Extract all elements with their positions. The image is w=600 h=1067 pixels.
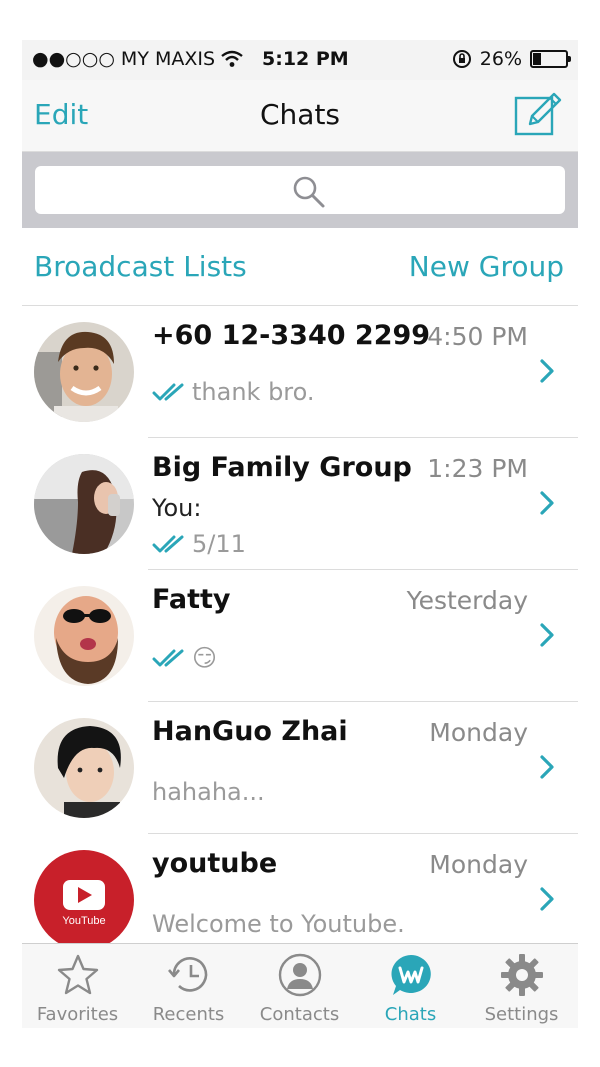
search-bar (22, 152, 578, 228)
status-time: 5:12 PM (262, 48, 349, 70)
smirk-emoji: 😏 (192, 644, 218, 672)
chat-name: HanGuo Zhai (152, 716, 348, 747)
chat-sender: You: (152, 494, 202, 522)
chat-time: 4:50 PM (427, 322, 528, 351)
phone-screen: ●●○○○ MY MAXIS 5:12 PM 26% Edit Chats Br… (22, 40, 578, 1028)
edit-button[interactable]: Edit (34, 98, 88, 131)
tab-recents[interactable]: Recents (133, 944, 244, 1028)
chat-list: +60 12-3340 2299 4:50 PM thank bro. Big … (22, 306, 578, 943)
person-icon (278, 953, 322, 997)
tab-chats[interactable]: Chats (355, 944, 466, 1028)
chat-name: +60 12-3340 2299 (152, 320, 431, 351)
chat-preview: 5/11 (192, 530, 246, 558)
chat-preview: Welcome to Youtube. (152, 910, 405, 938)
avatar: YouTube (34, 850, 134, 943)
rotation-lock-icon (452, 50, 471, 68)
youtube-logo-icon: YouTube (62, 880, 106, 927)
chevron-right-icon (540, 755, 554, 779)
chat-row[interactable]: Big Family Group 1:23 PM You: 5/11 (22, 438, 578, 570)
chat-name: Big Family Group (152, 452, 412, 483)
chat-preview: hahaha... (152, 778, 265, 806)
avatar (34, 454, 134, 554)
new-group-link[interactable]: New Group (409, 250, 564, 283)
tab-label: Favorites (36, 1004, 119, 1025)
broadcast-lists-link[interactable]: Broadcast Lists (34, 250, 247, 283)
svg-text:YouTube: YouTube (62, 915, 105, 927)
list-actions: Broadcast Lists New Group (22, 228, 578, 306)
double-check-icon (152, 383, 184, 401)
tab-label: Settings (484, 1004, 559, 1025)
chat-row[interactable]: +60 12-3340 2299 4:50 PM thank bro. (22, 306, 578, 438)
star-icon (57, 954, 99, 995)
chevron-right-icon (540, 491, 554, 515)
status-bar: ●●○○○ MY MAXIS 5:12 PM 26% (22, 40, 578, 80)
avatar (34, 718, 134, 818)
chat-name: Fatty (152, 584, 231, 615)
double-check-icon (152, 535, 184, 553)
chevron-right-icon (540, 887, 554, 911)
tab-label: Recents (152, 1004, 225, 1025)
tab-bar: Favorites Recents Contacts Chats Setting… (22, 943, 578, 1028)
chat-row[interactable]: YouTube youtube Monday Welcome to Youtub… (22, 834, 578, 943)
chat-name: youtube (152, 848, 278, 879)
chat-preview: thank bro. (192, 378, 315, 406)
double-check-icon (152, 649, 184, 667)
tab-favorites[interactable]: Favorites (22, 944, 133, 1028)
tab-label: Chats (384, 1004, 437, 1025)
carrier-label: ●●○○○ MY MAXIS (32, 48, 216, 70)
page-title: Chats (259, 98, 341, 131)
search-input[interactable] (35, 166, 565, 214)
compose-icon[interactable] (514, 90, 562, 136)
search-icon (293, 176, 325, 208)
wifi-icon (221, 50, 243, 67)
chat-time: Monday (429, 718, 528, 747)
tab-settings[interactable]: Settings (466, 944, 577, 1028)
chat-time: 1:23 PM (427, 454, 528, 483)
chat-row[interactable]: HanGuo Zhai Monday hahaha... (22, 702, 578, 834)
chat-bubble-icon (391, 955, 431, 995)
avatar (34, 586, 134, 686)
battery-icon (530, 50, 571, 68)
tab-contacts[interactable]: Contacts (244, 944, 355, 1028)
gear-icon (501, 954, 543, 996)
navigation-bar: Edit Chats (22, 80, 578, 152)
avatar (34, 322, 134, 422)
chevron-right-icon (540, 359, 554, 383)
chat-row[interactable]: Fatty Yesterday 😏 (22, 570, 578, 702)
chat-time: Yesterday (406, 586, 528, 615)
chevron-right-icon (540, 623, 554, 647)
clock-icon (168, 957, 208, 992)
tab-label: Contacts (259, 1004, 340, 1025)
battery-percent: 26% (479, 48, 522, 70)
chat-time: Monday (429, 850, 528, 879)
